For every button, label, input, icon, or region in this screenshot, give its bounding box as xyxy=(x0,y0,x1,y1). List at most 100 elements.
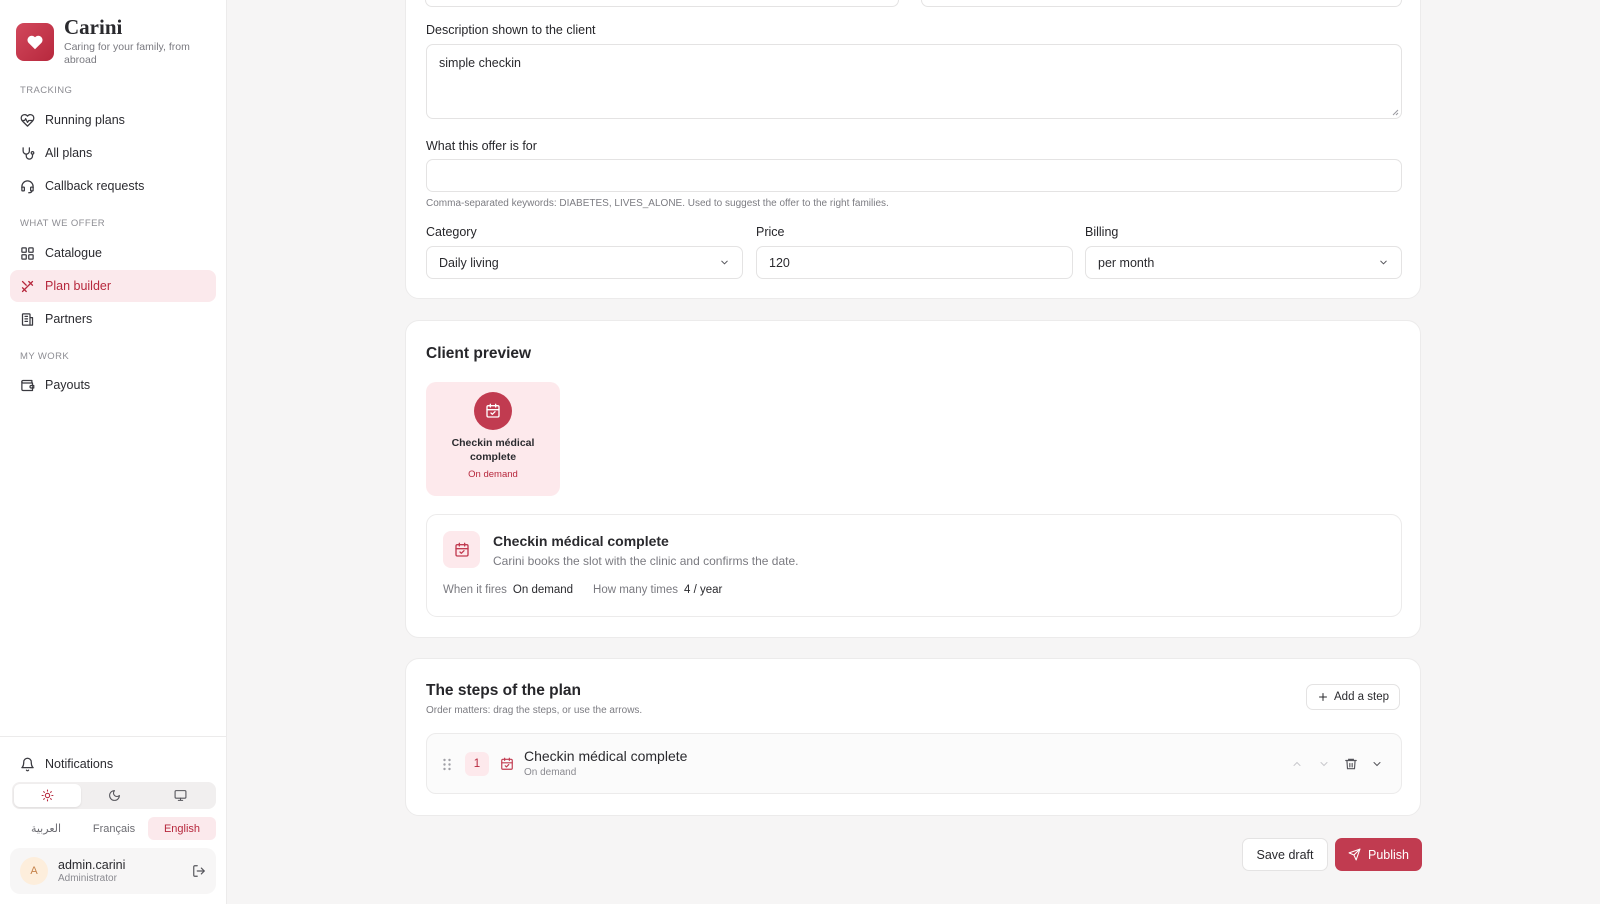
theme-system-button[interactable] xyxy=(147,784,214,807)
move-up-icon[interactable] xyxy=(1291,758,1303,770)
calendar-check-icon xyxy=(443,531,480,568)
sidebar-item-plan-builder[interactable]: Plan builder xyxy=(10,270,216,302)
step-number: 1 xyxy=(465,752,489,776)
brand-tagline: Caring for your family, from abroad xyxy=(64,41,190,66)
trash-icon[interactable] xyxy=(1344,757,1358,771)
sidebar-item-all-plans[interactable]: All plans xyxy=(10,137,216,169)
resize-handle-icon xyxy=(1392,109,1399,116)
description-textarea[interactable]: simple checkin xyxy=(426,44,1402,119)
steps-subtitle: Order matters: drag the steps, or use th… xyxy=(426,705,643,716)
headset-icon xyxy=(21,179,34,193)
top-field-right[interactable] xyxy=(921,0,1402,7)
theme-switch xyxy=(12,782,216,809)
tile-frequency: On demand xyxy=(468,469,518,480)
sun-icon xyxy=(41,789,54,802)
brand-name: Carini xyxy=(64,15,123,39)
sidebar-item-partners[interactable]: Partners xyxy=(10,303,216,335)
detail-description: Carini books the slot with the clinic an… xyxy=(493,554,799,568)
offer-for-input[interactable] xyxy=(426,159,1402,192)
category-select[interactable]: Daily living xyxy=(426,246,743,279)
when-value: On demand xyxy=(512,584,574,596)
times-value: 4 / year xyxy=(684,584,723,596)
calendar-check-icon xyxy=(501,757,513,770)
sidebar-item-label: All plans xyxy=(45,146,93,160)
lang-arabic-button[interactable]: العربية xyxy=(12,817,80,840)
sidebar: Carini Caring for your family, from abro… xyxy=(0,0,227,904)
send-icon xyxy=(1348,848,1361,861)
sidebar-item-payouts[interactable]: Payouts xyxy=(10,369,216,401)
section-label-what-we-offer: WHAT WE OFFER xyxy=(20,218,106,229)
offer-for-label: What this offer is for xyxy=(426,139,537,153)
times-label: How many times xyxy=(593,584,679,596)
step-row[interactable]: 1 Checkin médical complete On demand xyxy=(426,733,1402,794)
moon-icon xyxy=(108,790,120,801)
steps-title: The steps of the plan xyxy=(426,682,582,699)
chevron-down-icon xyxy=(1380,260,1387,265)
sidebar-item-callback-requests[interactable]: Callback requests xyxy=(10,170,216,202)
add-step-button[interactable]: Add a step xyxy=(1306,684,1400,710)
add-step-label: Add a step xyxy=(1334,691,1389,703)
grid-icon xyxy=(21,246,34,260)
billing-value: per month xyxy=(1098,255,1155,270)
brand: Carini Caring for your family, from abro… xyxy=(16,16,200,67)
description-label: Description shown to the client xyxy=(426,23,596,37)
sidebar-item-label: Callback requests xyxy=(45,179,145,193)
bell-icon xyxy=(21,757,34,771)
language-switcher: العربية Français English xyxy=(12,817,216,840)
user-name: admin.carini xyxy=(58,858,126,872)
plus-icon xyxy=(1319,693,1328,701)
offer-for-hint: Comma-separated keywords: DIABETES, LIVE… xyxy=(426,198,889,209)
sidebar-item-label: Partners xyxy=(45,312,93,326)
chevron-down-icon[interactable] xyxy=(1371,758,1383,770)
preview-tile[interactable]: Checkin médical complete On demand xyxy=(426,382,560,496)
plan-steps-card: The steps of the plan Order matters: dra… xyxy=(405,658,1421,816)
sidebar-item-label: Notifications xyxy=(45,757,114,771)
price-label: Price xyxy=(756,225,785,239)
chevron-down-icon xyxy=(721,260,728,265)
stethoscope-icon xyxy=(22,146,35,160)
top-field-left[interactable] xyxy=(425,0,899,7)
theme-dark-button[interactable] xyxy=(81,784,148,807)
avatar: A xyxy=(20,857,48,885)
offer-details-card: Description shown to the client simple c… xyxy=(405,0,1421,299)
building-icon xyxy=(21,312,34,326)
lang-english-button[interactable]: English xyxy=(148,817,216,840)
wallet-icon xyxy=(21,379,35,391)
sidebar-item-label: Plan builder xyxy=(45,279,112,293)
heart-logo-icon xyxy=(16,23,54,61)
tools-icon xyxy=(21,280,34,292)
step-title: Checkin médical complete xyxy=(524,748,688,764)
category-value: Daily living xyxy=(439,255,499,270)
save-draft-button[interactable]: Save draft xyxy=(1242,838,1328,871)
section-label-my-work: MY WORK xyxy=(20,351,70,362)
user-role: Administrator xyxy=(58,873,117,884)
tile-name: Checkin médical complete xyxy=(451,437,535,463)
client-preview-card: Client preview Checkin médical complete … xyxy=(405,320,1421,638)
sidebar-divider xyxy=(0,736,226,737)
price-input[interactable]: 120 xyxy=(756,246,1073,279)
logout-icon xyxy=(193,865,205,877)
sidebar-item-label: Catalogue xyxy=(45,246,102,260)
monitor-icon xyxy=(174,790,187,801)
sidebar-item-notifications[interactable]: Notifications xyxy=(10,748,216,780)
calendar-check-icon xyxy=(474,392,512,430)
theme-light-button[interactable] xyxy=(14,784,81,807)
drag-handle-icon[interactable] xyxy=(442,758,452,771)
when-label: When it fires xyxy=(443,584,507,596)
sidebar-item-label: Running plans xyxy=(45,113,125,127)
lang-french-button[interactable]: Français xyxy=(80,817,148,840)
billing-select[interactable]: per month xyxy=(1085,246,1402,279)
price-value: 120 xyxy=(769,255,790,270)
logout-button[interactable] xyxy=(192,864,206,878)
publish-button[interactable]: Publish xyxy=(1335,838,1422,871)
client-preview-title: Client preview xyxy=(426,345,532,362)
publish-label: Publish xyxy=(1368,847,1409,862)
heart-pulse-icon xyxy=(20,113,35,127)
sidebar-item-catalogue[interactable]: Catalogue xyxy=(10,237,216,269)
move-down-icon[interactable] xyxy=(1318,758,1330,770)
billing-label: Billing xyxy=(1085,225,1119,239)
category-label: Category xyxy=(426,225,477,239)
section-label-tracking: TRACKING xyxy=(20,85,73,96)
sidebar-item-running-plans[interactable]: Running plans xyxy=(10,104,216,136)
description-value: simple checkin xyxy=(439,56,521,70)
